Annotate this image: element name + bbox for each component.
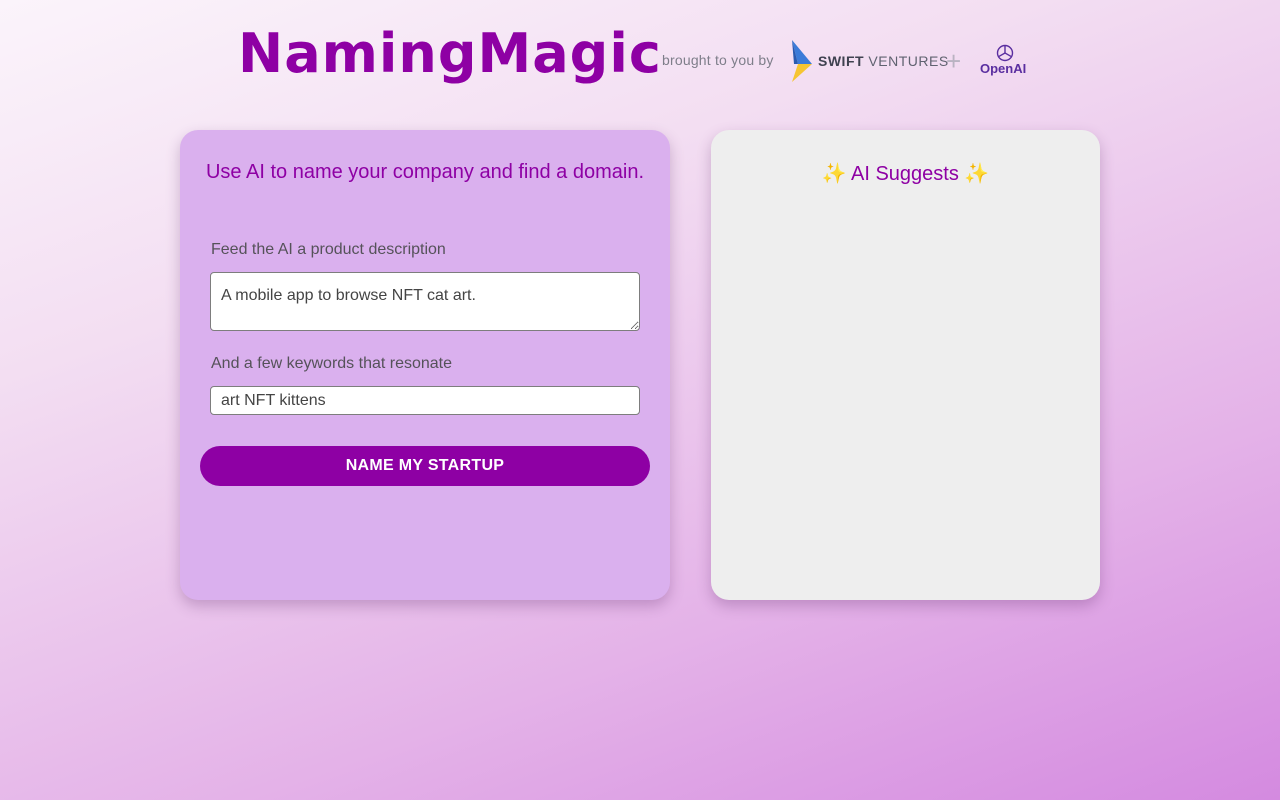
suggestions-title: AI Suggests — [851, 163, 959, 185]
naming-form-card: Use AI to name your company and find a d… — [180, 130, 670, 600]
form-heading: Use AI to name your company and find a d… — [205, 161, 645, 183]
header: NamingMagic brought to you by SWIFT VENT… — [0, 0, 1280, 110]
swift-ventures-wordmark[interactable]: SWIFT VENTURES — [818, 53, 949, 69]
sponsor-bold: SWIFT — [818, 53, 865, 69]
name-my-startup-button[interactable]: NAME MY STARTUP — [200, 446, 650, 486]
ai-suggestions-card: ✨ AI Suggests ✨ — [711, 130, 1100, 600]
keywords-label: And a few keywords that resonate — [211, 355, 453, 372]
sparkle-icon: ✨ — [964, 163, 990, 185]
description-textarea[interactable]: A mobile app to browse NFT cat art. — [210, 272, 640, 331]
plus-separator: + — [946, 46, 962, 76]
description-label: Feed the AI a product description — [211, 241, 446, 258]
suggestions-heading: ✨ AI Suggests ✨ — [711, 161, 1100, 186]
app-title[interactable]: NamingMagic — [238, 22, 662, 86]
keywords-input[interactable] — [210, 386, 640, 415]
openai-wordmark[interactable]: OpenAI — [980, 61, 1026, 76]
sponsor-rest: VENTURES — [864, 53, 949, 69]
openai-logo-icon[interactable] — [995, 43, 1015, 63]
sparkle-icon: ✨ — [821, 163, 847, 185]
brought-by-text: brought to you by — [662, 52, 774, 68]
